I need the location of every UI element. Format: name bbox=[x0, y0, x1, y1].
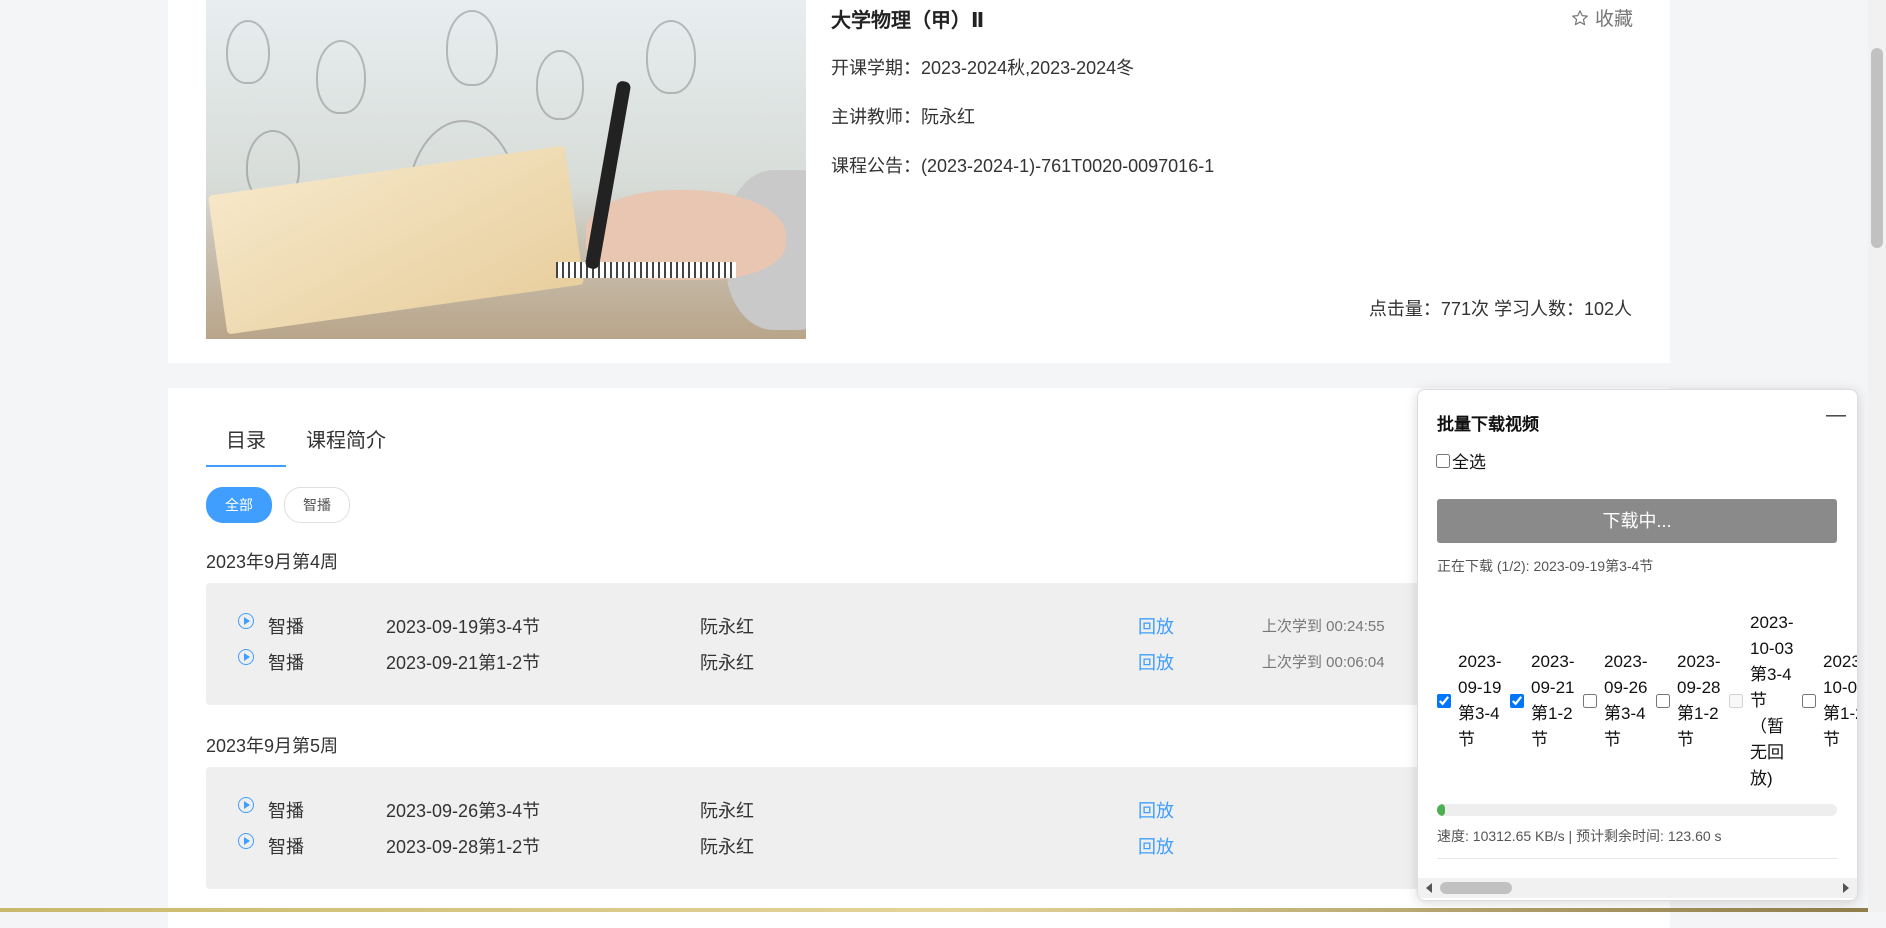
video-label: 2023-09-26第3-4节 bbox=[1604, 652, 1648, 749]
download-speed: 速度: 10312.65 KB/s | 预计剩余时间: 123.60 s bbox=[1437, 828, 1722, 844]
lesson-type: 智播 bbox=[268, 653, 304, 673]
filter-chips: 全部 智播 bbox=[206, 487, 350, 523]
divider bbox=[1437, 858, 1837, 859]
course-term: 开课学期：2023-2024秋,2023-2024冬 bbox=[831, 58, 1135, 78]
panel-horizontal-scrollbar[interactable] bbox=[1418, 878, 1857, 898]
video-label: 2023-09-19第3-4节 bbox=[1458, 652, 1502, 749]
favorite-button[interactable]: 收藏 bbox=[1571, 4, 1633, 31]
replay-link[interactable]: 回放 bbox=[1138, 797, 1174, 823]
video-item[interactable]: 2023-09-28第1-2节 bbox=[1651, 649, 1724, 753]
video-item[interactable]: 2023-09-21第1-2节 bbox=[1505, 649, 1578, 753]
lesson-type: 智播 bbox=[268, 837, 304, 857]
lesson-group: 智播 2023-09-26第3-4节 阮永红 回放 智播 2023-09-28第… bbox=[206, 767, 1606, 889]
page-bottom-edge bbox=[0, 908, 1886, 912]
lesson-session: 2023-09-19第3-4节 bbox=[386, 617, 541, 637]
page-scrollbar[interactable] bbox=[1868, 0, 1886, 912]
content-tabs: 目录 课程简介 bbox=[206, 424, 406, 467]
lesson-row[interactable]: 智播 2023-09-19第3-4节 阮永红 回放 上次学到 00:24:55 bbox=[206, 609, 1606, 639]
week-title: 2023年9月第4周 bbox=[206, 552, 339, 572]
lesson-session: 2023-09-26第3-4节 bbox=[386, 801, 541, 821]
lesson-teacher: 阮永红 bbox=[700, 801, 754, 821]
favorite-label: 收藏 bbox=[1595, 9, 1634, 30]
video-label: 2023-09-28第1-2节 bbox=[1677, 652, 1721, 749]
scroll-left-icon[interactable] bbox=[1426, 883, 1432, 893]
play-icon[interactable] bbox=[238, 833, 254, 849]
video-checkbox[interactable] bbox=[1656, 694, 1670, 708]
progress-fill bbox=[1437, 804, 1445, 816]
download-status: 正在下载 (1/2): 2023-09-19第3-4节 bbox=[1437, 558, 1654, 574]
play-icon[interactable] bbox=[238, 613, 254, 629]
video-checkbox bbox=[1729, 694, 1743, 708]
week-title: 2023年9月第5周 bbox=[206, 736, 339, 756]
video-checkbox[interactable] bbox=[1802, 694, 1816, 708]
play-icon[interactable] bbox=[238, 797, 254, 813]
replay-link[interactable]: 回放 bbox=[1138, 649, 1174, 675]
last-watched: 上次学到 00:24:55 bbox=[1262, 618, 1385, 635]
lesson-type: 智播 bbox=[268, 801, 304, 821]
lesson-row[interactable]: 智播 2023-09-28第1-2节 阮永红 回放 bbox=[206, 829, 1606, 859]
lesson-session: 2023-09-21第1-2节 bbox=[386, 653, 541, 673]
lesson-teacher: 阮永红 bbox=[700, 617, 754, 637]
lesson-teacher: 阮永红 bbox=[700, 653, 754, 673]
video-item[interactable]: 2023-10-05第1-2节 bbox=[1797, 649, 1858, 753]
panel-title: 批量下载视频 bbox=[1437, 415, 1539, 434]
lesson-teacher: 阮永红 bbox=[700, 837, 754, 857]
filter-all[interactable]: 全部 bbox=[206, 487, 272, 523]
video-item[interactable]: 2023-09-26第3-4节 bbox=[1578, 649, 1651, 753]
video-label: 2023-10-05第1-2节 bbox=[1823, 652, 1858, 749]
select-all[interactable]: 全选 bbox=[1436, 448, 1486, 473]
course-stats: 点击量：771次 学习人数：102人 bbox=[1368, 299, 1632, 319]
star-icon bbox=[1572, 9, 1588, 25]
video-item[interactable]: 2023-09-19第3-4节 bbox=[1432, 649, 1505, 753]
video-checkbox[interactable] bbox=[1583, 694, 1597, 708]
course-notice: 课程公告：(2023-2024-1)-761T0020-0097016-1 bbox=[831, 156, 1215, 176]
video-label: 2023-09-21第1-2节 bbox=[1531, 652, 1575, 749]
video-item: 2023-10-03第3-4节（暂无回放) bbox=[1724, 610, 1797, 792]
last-watched: 上次学到 00:06:04 bbox=[1262, 654, 1385, 671]
scroll-right-icon[interactable] bbox=[1843, 883, 1849, 893]
filter-live[interactable]: 智播 bbox=[284, 487, 350, 523]
lesson-type: 智播 bbox=[268, 617, 304, 637]
play-icon[interactable] bbox=[238, 649, 254, 665]
replay-link[interactable]: 回放 bbox=[1138, 613, 1174, 639]
select-all-label: 全选 bbox=[1452, 453, 1486, 472]
video-checkbox[interactable] bbox=[1510, 694, 1524, 708]
course-title: 大学物理（甲）Ⅱ bbox=[831, 10, 985, 32]
download-button[interactable]: 下载中... bbox=[1437, 499, 1837, 543]
scrollbar-thumb[interactable] bbox=[1871, 48, 1883, 248]
tab-intro[interactable]: 课程简介 bbox=[286, 424, 406, 467]
lesson-row[interactable]: 智播 2023-09-26第3-4节 阮永红 回放 bbox=[206, 793, 1606, 823]
download-progress-bar bbox=[1437, 804, 1837, 816]
minimize-button[interactable]: — bbox=[1826, 404, 1846, 427]
video-label: 2023-10-03第3-4节（暂无回放) bbox=[1750, 613, 1794, 788]
select-all-checkbox[interactable] bbox=[1436, 453, 1450, 468]
tab-catalog[interactable]: 目录 bbox=[206, 424, 286, 467]
lesson-session: 2023-09-28第1-2节 bbox=[386, 837, 541, 857]
course-teacher: 主讲教师：阮永红 bbox=[831, 107, 975, 127]
lesson-group: 智播 2023-09-19第3-4节 阮永红 回放 上次学到 00:24:55 … bbox=[206, 583, 1606, 705]
video-checklist: 2023-09-19第3-4节 2023-09-21第1-2节 2023-09-… bbox=[1432, 613, 1858, 788]
video-checkbox[interactable] bbox=[1437, 694, 1451, 708]
batch-download-panel: 批量下载视频 — 全选 下载中... 正在下载 (1/2): 2023-09-1… bbox=[1417, 389, 1858, 901]
lesson-row[interactable]: 智播 2023-09-21第1-2节 阮永红 回放 上次学到 00:06:04 bbox=[206, 645, 1606, 675]
scrollbar-thumb[interactable] bbox=[1440, 882, 1512, 894]
course-cover-image bbox=[206, 0, 806, 339]
replay-link[interactable]: 回放 bbox=[1138, 833, 1174, 859]
